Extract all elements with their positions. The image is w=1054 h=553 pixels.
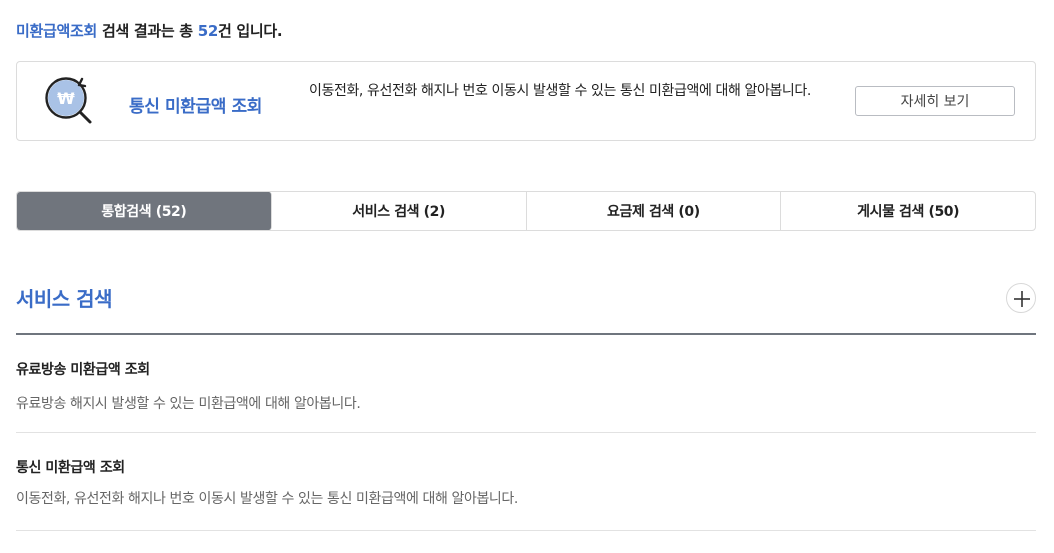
summary-text: 검색 결과는 총 xyxy=(97,22,198,40)
results-summary: 미환급액조회 검색 결과는 총 52건 입니다. xyxy=(16,20,283,41)
result-count: 52 xyxy=(197,22,219,40)
result-title[interactable]: 유료방송 미환급액 조회 xyxy=(16,359,150,379)
tab-post-search[interactable]: 게시물 검색 (50) xyxy=(781,192,1035,230)
tab-integrated-search[interactable]: 통합검색 (52) xyxy=(17,192,272,230)
tab-service-search[interactable]: 서비스 검색 (2) xyxy=(272,192,527,230)
result-description: 이동전화, 유선전화 해지나 번호 이동시 발생할 수 있는 통신 미환급액에 … xyxy=(16,491,518,507)
expand-section-button[interactable] xyxy=(1006,283,1036,313)
won-magnifier-icon: ₩ xyxy=(41,74,95,128)
result-item[interactable]: 통신 미환급액 조회 이동전화, 유선전화 해지나 번호 이동시 발생할 수 있… xyxy=(16,433,1036,531)
card-title: 통신 미환급액 조회 xyxy=(129,97,262,117)
section-title: 서비스 검색 xyxy=(16,287,112,311)
result-item[interactable]: 유료방송 미환급액 조회 유료방송 해지시 발생할 수 있는 미환급액에 대해 … xyxy=(16,335,1036,433)
plus-icon xyxy=(1014,291,1030,307)
featured-service-card: ₩ 통신 미환급액 조회 이동전화, 유선전화 해지나 번호 이동시 발생할 수… xyxy=(16,61,1036,141)
search-tabs: 통합검색 (52) 서비스 검색 (2) 요금제 검색 (0) 게시물 검색 (… xyxy=(16,191,1036,231)
tab-plan-search[interactable]: 요금제 검색 (0) xyxy=(527,192,782,230)
card-description: 이동전화, 유선전화 해지나 번호 이동시 발생할 수 있는 통신 미환급액에 … xyxy=(309,83,811,99)
search-results-page: 미환급액조회 검색 결과는 총 52건 입니다. ₩ 통신 미환급액 조회 이동… xyxy=(0,0,1054,553)
svg-text:₩: ₩ xyxy=(57,89,75,108)
result-description: 유료방송 해지시 발생할 수 있는 미환급액에 대해 알아봅니다. xyxy=(16,396,361,412)
view-details-button[interactable]: 자세히 보기 xyxy=(855,86,1015,116)
search-keyword: 미환급액조회 xyxy=(16,22,98,40)
result-title[interactable]: 통신 미환급액 조회 xyxy=(16,457,125,477)
summary-suffix: 건 입니다. xyxy=(218,22,283,40)
